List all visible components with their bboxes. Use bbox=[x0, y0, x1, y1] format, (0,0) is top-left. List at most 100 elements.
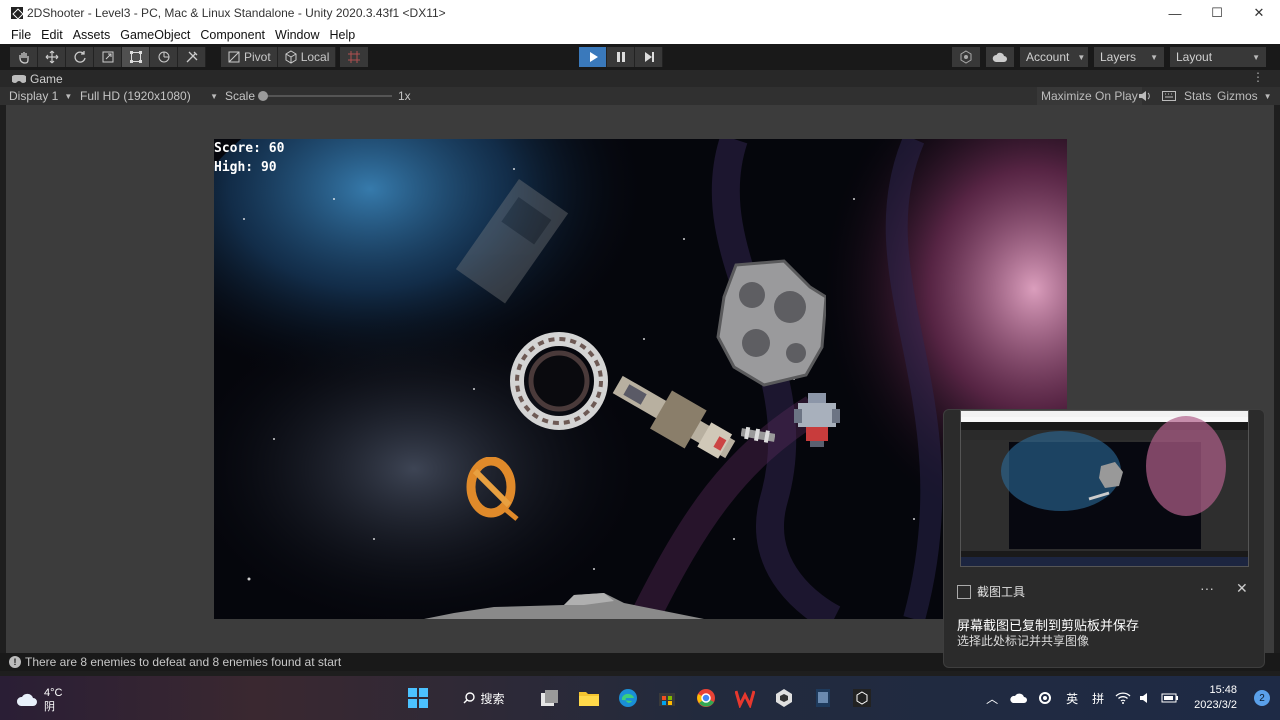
unity-cube-icon bbox=[776, 689, 792, 707]
wifi-icon[interactable] bbox=[1115, 692, 1131, 704]
scale-slider-handle[interactable] bbox=[258, 91, 268, 101]
chevron-down-icon: ▼ bbox=[64, 91, 73, 101]
minimize-button[interactable]: — bbox=[1154, 0, 1196, 26]
screenshot-thumbnail[interactable] bbox=[960, 410, 1249, 567]
shortcuts-button[interactable] bbox=[1158, 87, 1180, 105]
close-window-button[interactable]: ✕ bbox=[1238, 0, 1280, 26]
maximize-on-play-toggle[interactable]: Maximize On Play bbox=[1037, 87, 1142, 105]
more-options-icon[interactable]: ··· bbox=[1200, 580, 1214, 596]
ring-station-sprite bbox=[510, 332, 608, 430]
pivot-toggle[interactable]: Pivot bbox=[221, 47, 278, 67]
hand-tool-button[interactable] bbox=[10, 47, 38, 67]
taskbar-apps: 搜索 bbox=[404, 684, 876, 712]
window-title: 2DShooter - Level3 - PC, Mac & Linux Sta… bbox=[27, 6, 446, 20]
mute-audio-button[interactable] bbox=[1134, 87, 1155, 105]
scale-label: Scale bbox=[225, 89, 256, 103]
local-label: Local bbox=[300, 50, 330, 64]
edge-browser-button[interactable] bbox=[614, 684, 642, 712]
volume-icon[interactable] bbox=[1139, 692, 1153, 704]
scale-tool-button[interactable] bbox=[94, 47, 122, 67]
snipping-tool-notification[interactable]: 截图工具 ··· ✕ 屏幕截图已复制到剪贴板并保存 选择此处标记并共享图像 bbox=[943, 409, 1265, 668]
menu-window[interactable]: Window bbox=[270, 28, 324, 42]
unity-editor-button[interactable] bbox=[848, 684, 876, 712]
player-ship-sprite bbox=[612, 375, 736, 459]
notification-badge[interactable]: 2 bbox=[1254, 690, 1270, 706]
windows-taskbar: 4°C 阴 搜索 ︿ 英 拼 15:48 2023/3/2 2 bbox=[0, 676, 1280, 720]
gamepad-icon bbox=[12, 74, 26, 83]
task-view-button[interactable] bbox=[536, 684, 564, 712]
game-scene[interactable]: Score: 60 High: 90 bbox=[214, 139, 1067, 619]
menu-assets[interactable]: Assets bbox=[68, 28, 116, 42]
maximize-button[interactable]: ☐ bbox=[1196, 0, 1238, 26]
chevron-down-icon: ▼ bbox=[1077, 52, 1086, 62]
search-icon bbox=[463, 692, 476, 704]
menu-edit[interactable]: Edit bbox=[36, 28, 68, 42]
clock[interactable]: 15:48 2023/3/2 bbox=[1187, 683, 1244, 713]
cloud-icon bbox=[992, 52, 1007, 62]
menu-help[interactable]: Help bbox=[324, 28, 360, 42]
orange-portal-sprite bbox=[466, 457, 519, 521]
pause-button[interactable] bbox=[607, 47, 635, 67]
panel-menu-icon[interactable]: ⋮ bbox=[1252, 70, 1264, 84]
chrome-button[interactable] bbox=[692, 684, 720, 712]
ime-language[interactable]: 英 bbox=[1066, 690, 1078, 707]
ime-mode[interactable]: 拼 bbox=[1092, 690, 1104, 707]
thumbnail-preview bbox=[961, 411, 1248, 566]
layout-dropdown[interactable]: Layout ▼ bbox=[1170, 47, 1266, 67]
cloud-icon bbox=[16, 693, 37, 706]
wps-button[interactable] bbox=[731, 684, 759, 712]
cloud-button[interactable] bbox=[986, 47, 1014, 67]
maximize-on-play-label: Maximize On Play bbox=[1041, 89, 1138, 103]
rect-tool-button[interactable] bbox=[122, 47, 150, 67]
system-tray: ︿ 英 拼 15:48 2023/3/2 2 bbox=[979, 676, 1280, 720]
taskbar-search[interactable]: 搜索 bbox=[443, 684, 525, 712]
tray-overflow-icon[interactable]: ︿ bbox=[986, 690, 998, 707]
settings-gear-icon[interactable] bbox=[1037, 690, 1053, 706]
weather-widget[interactable]: 4°C 阴 bbox=[16, 686, 62, 714]
custom-tool-button[interactable] bbox=[178, 47, 206, 67]
close-icon[interactable]: ✕ bbox=[1236, 580, 1248, 597]
onedrive-icon[interactable] bbox=[1009, 692, 1028, 704]
transform-tool-button[interactable] bbox=[150, 47, 178, 67]
stats-toggle[interactable]: Stats bbox=[1180, 87, 1215, 105]
move-tool-button[interactable] bbox=[38, 47, 66, 67]
hud-score: Score: 60 High: 90 bbox=[214, 139, 284, 177]
start-button[interactable] bbox=[404, 684, 432, 712]
grid-snap-button[interactable] bbox=[340, 47, 368, 67]
wps-icon bbox=[735, 690, 755, 708]
play-button[interactable] bbox=[579, 47, 607, 67]
status-message: There are 8 enemies to defeat and 8 enem… bbox=[25, 655, 342, 669]
rotate-tool-button[interactable] bbox=[66, 47, 94, 67]
toolbar-right: Account ▼ Layers ▼ Layout ▼ bbox=[952, 47, 1266, 67]
menu-component[interactable]: Component bbox=[195, 28, 270, 42]
menu-file[interactable]: File bbox=[0, 28, 36, 42]
stats-label: Stats bbox=[1184, 89, 1212, 103]
local-toggle[interactable]: Local bbox=[277, 47, 337, 67]
temperature: 4°C bbox=[44, 687, 63, 699]
toast-app-row: 截图工具 bbox=[957, 583, 1025, 600]
toast-body: 选择此处标记并共享图像 bbox=[957, 634, 1090, 648]
tab-game[interactable]: Game bbox=[0, 72, 63, 86]
scale-slider-track[interactable] bbox=[262, 95, 392, 97]
display-dropdown[interactable]: Display 1 ▼ bbox=[9, 89, 72, 103]
unity-logo-icon bbox=[11, 7, 23, 19]
store-button[interactable] bbox=[653, 684, 681, 712]
file-explorer-button[interactable] bbox=[575, 684, 603, 712]
collab-button[interactable] bbox=[952, 47, 980, 67]
layout-label: Layout bbox=[1176, 50, 1213, 64]
step-button[interactable] bbox=[635, 47, 663, 67]
speaker-icon bbox=[1139, 91, 1150, 101]
battery-icon[interactable] bbox=[1161, 692, 1179, 704]
gizmos-dropdown[interactable]: Gizmos ▼ bbox=[1213, 87, 1276, 105]
windows-logo-icon bbox=[408, 688, 428, 708]
window-titlebar: 2DShooter - Level3 - PC, Mac & Linux Sta… bbox=[0, 0, 1280, 26]
resolution-dropdown[interactable]: Full HD (1920x1080) ▼ bbox=[80, 89, 218, 103]
menu-gameobject[interactable]: GameObject bbox=[115, 28, 195, 42]
pivot-icon bbox=[228, 51, 240, 63]
search-label: 搜索 bbox=[480, 691, 505, 706]
account-dropdown[interactable]: Account ▼ bbox=[1020, 47, 1088, 67]
layers-dropdown[interactable]: Layers ▼ bbox=[1094, 47, 1164, 67]
edge-icon bbox=[619, 689, 637, 707]
kindle-button[interactable] bbox=[809, 684, 837, 712]
unity-hub-button[interactable] bbox=[770, 684, 798, 712]
